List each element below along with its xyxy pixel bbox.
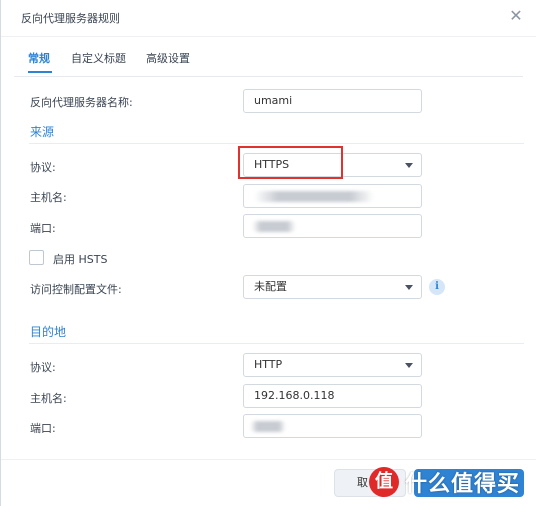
name-label: 反向代理服务器名称: [30,96,133,109]
source-port-label: 端口: [30,222,56,235]
annotation-highlight-box [238,146,343,179]
name-field[interactable]: umami [243,89,422,113]
destination-protocol-select[interactable]: HTTP [243,353,422,377]
active-tab-indicator [28,71,52,73]
dialog-titlebar: 反向代理服务器规则 ✕ [1,0,536,37]
tab-bar: 常规 自定义标题 高级设置 [18,50,536,76]
destination-protocol-value: HTTP [254,358,283,371]
destination-heading: 目的地 [30,325,67,339]
dialog-title: 反向代理服务器规则 [21,12,120,25]
watermark-text: 什么值得买 [405,472,521,497]
hsts-checkbox[interactable] [29,250,44,265]
chevron-down-icon [405,363,413,368]
destination-port-label: 端口: [30,422,56,435]
source-protocol-label: 协议: [30,161,56,174]
redacted-blur [252,221,296,232]
acl-value: 未配置 [254,280,287,293]
footer-divider [1,459,536,460]
tab-custom-header[interactable]: 自定义标题 [71,50,126,72]
tab-divider [14,76,523,77]
redacted-blur [250,421,286,432]
acl-select[interactable]: 未配置 [243,275,422,299]
destination-hostname-label: 主机名: [30,392,67,405]
redacted-blur [254,191,374,202]
reverse-proxy-dialog: 反向代理服务器规则 ✕ 常规 自定义标题 高级设置 反向代理服务器名称: uma… [0,0,536,506]
source-hostname-label: 主机名: [30,191,67,204]
info-icon[interactable]: i [429,279,445,295]
source-divider [29,143,524,144]
destination-protocol-label: 协议: [30,361,56,374]
source-port-field[interactable] [243,214,422,238]
destination-divider [29,343,524,344]
source-hostname-field[interactable] [243,184,422,208]
hsts-label: 启用 HSTS [53,253,108,266]
chevron-down-icon [405,285,413,290]
tab-general[interactable]: 常规 [28,50,50,72]
tab-advanced[interactable]: 高级设置 [146,50,190,72]
site-watermark: 值 什么值得买 [369,462,536,502]
destination-port-field[interactable] [243,414,422,438]
chevron-down-icon [405,163,413,168]
watermark-logo-icon: 值 [369,467,399,497]
destination-hostname-field[interactable]: 192.168.0.118 [243,384,422,408]
source-heading: 来源 [30,125,55,139]
close-icon[interactable]: ✕ [508,8,524,24]
acl-label: 访问控制配置文件: [30,283,122,296]
